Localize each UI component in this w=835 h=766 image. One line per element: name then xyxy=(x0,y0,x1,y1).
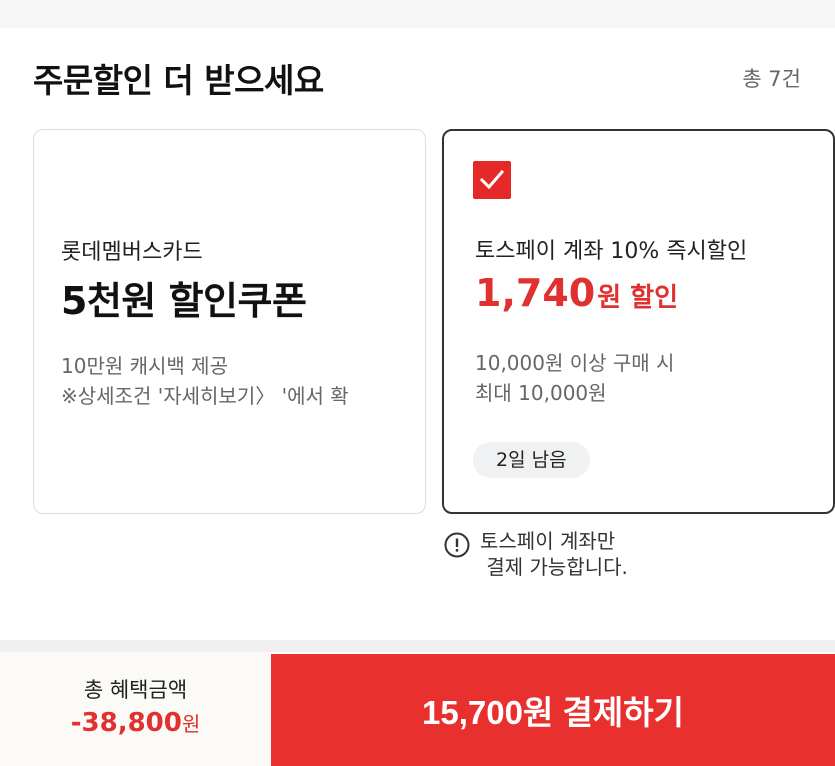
top-strip xyxy=(0,0,835,28)
discount-amount: 1,740 xyxy=(475,271,596,315)
benefit-unit: 원 xyxy=(181,712,201,736)
payment-notice: 토스페이 계좌만 결제 가능합니다. xyxy=(444,528,824,588)
checkout-bar: 총 혜택금액 -38,800원 15,700원 결제하기 xyxy=(0,652,835,766)
benefit-amount: -38,800 xyxy=(70,708,182,738)
offer-headline: 5천원 할인쿠폰 xyxy=(61,279,307,323)
pay-label: 15,700원 결제하기 xyxy=(422,694,684,731)
total-count[interactable]: 총 7건 xyxy=(742,63,801,93)
notice-text: 토스페이 계좌만 결제 가능합니다. xyxy=(480,528,628,580)
offer-discount: 1,740원 할인 xyxy=(475,271,678,315)
total-benefit: 총 혜택금액 -38,800원 xyxy=(0,652,271,766)
notice-line: 결제 가능합니다. xyxy=(480,555,628,579)
footer-divider xyxy=(0,640,835,652)
benefit-value: -38,800원 xyxy=(0,708,271,738)
offer-desc-line: ※상세조건 '자세히보기〉 '에서 확 xyxy=(61,384,349,408)
offer-card-tosspay[interactable]: 토스페이 계좌 10% 즉시할인 1,740원 할인 10,000원 이상 구매… xyxy=(442,129,835,514)
offer-brand: 토스페이 계좌 10% 즉시할인 xyxy=(475,239,748,264)
offer-desc-line: 최대 10,000원 xyxy=(475,381,607,405)
days-left-badge: 2일 남음 xyxy=(473,442,590,478)
offer-desc-line: 10,000원 이상 구매 시 xyxy=(475,351,675,375)
offer-brand: 롯데멤버스카드 xyxy=(61,240,203,265)
offer-checkbox[interactable] xyxy=(473,161,511,199)
pay-button[interactable]: 15,700원 결제하기 xyxy=(271,654,835,766)
notice-line: 토스페이 계좌만 xyxy=(480,529,616,553)
offer-desc-line: 10만원 캐시백 제공 xyxy=(61,354,228,378)
benefit-label: 총 혜택금액 xyxy=(83,678,188,702)
page-title: 주문할인 더 받으세요 xyxy=(33,61,324,100)
info-circle-icon xyxy=(444,532,470,558)
discount-suffix: 원 할인 xyxy=(597,283,679,313)
offer-card-lotte[interactable]: 롯데멤버스카드 5천원 할인쿠폰 10만원 캐시백 제공 ※상세조건 '자세히보… xyxy=(33,129,426,514)
check-icon xyxy=(480,169,504,190)
